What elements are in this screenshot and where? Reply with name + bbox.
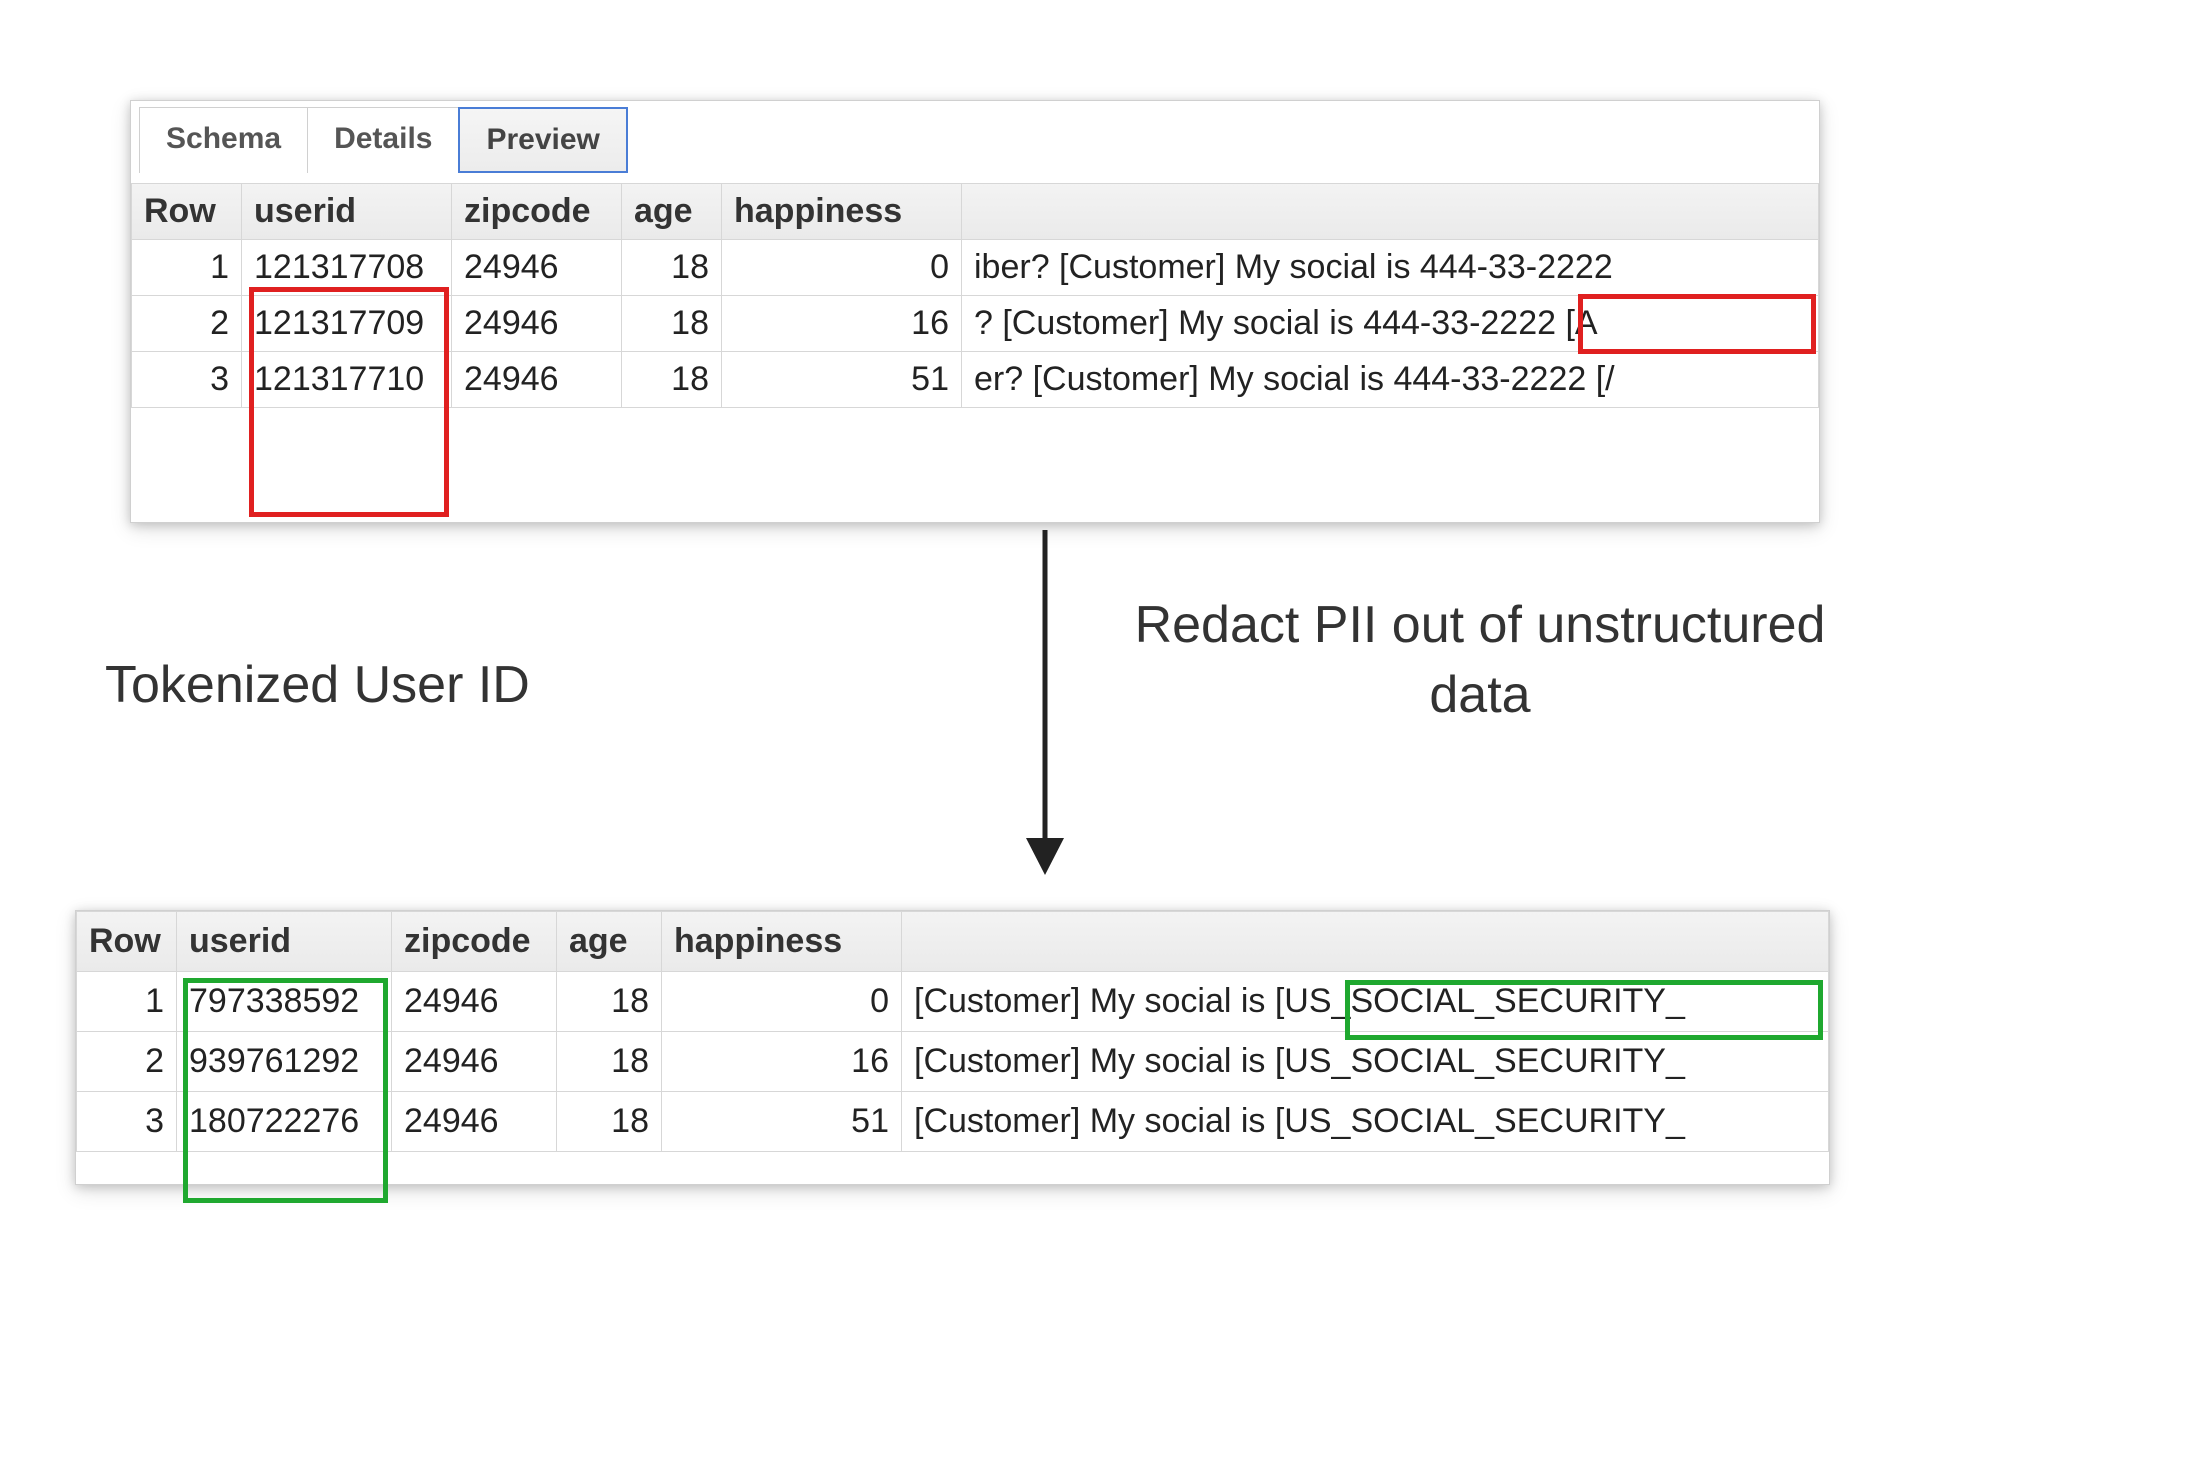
tab-preview[interactable]: Preview [458,107,627,173]
cell-row: 3 [77,1092,177,1152]
cell-row: 2 [132,296,242,352]
cell-text: ? [Customer] My social is 444-33-2222 [A [962,296,1819,352]
col-header-zipcode: zipcode [452,184,622,240]
tab-details[interactable]: Details [307,107,459,173]
cell-age: 18 [557,1092,662,1152]
cell-text: iber? [Customer] My social is 444-33-222… [962,240,1819,296]
before-table: Row userid zipcode age happiness 1 12131… [131,183,1819,408]
label-redact-pii: Redact PII out of unstructured data [1130,590,1830,730]
col-header-userid: userid [177,912,392,972]
col-header-happiness: happiness [722,184,962,240]
cell-text: [Customer] My social is [US_SOCIAL_SECUR… [902,972,1829,1032]
cell-userid: 939761292 [177,1032,392,1092]
cell-happiness: 0 [722,240,962,296]
cell-row: 3 [132,352,242,408]
col-header-row: Row [132,184,242,240]
col-header-happiness: happiness [662,912,902,972]
after-panel: Row userid zipcode age happiness 1 79733… [75,910,1830,1185]
cell-row: 1 [77,972,177,1032]
cell-age: 18 [622,352,722,408]
cell-userid: 121317709 [242,296,452,352]
col-header-text [902,912,1829,972]
col-header-userid: userid [242,184,452,240]
cell-row: 1 [132,240,242,296]
cell-text: [Customer] My social is [US_SOCIAL_SECUR… [902,1032,1829,1092]
cell-age: 18 [622,240,722,296]
cell-zipcode: 24946 [392,1092,557,1152]
cell-age: 18 [557,1032,662,1092]
col-header-text [962,184,1819,240]
cell-zipcode: 24946 [452,240,622,296]
cell-text: er? [Customer] My social is 444-33-2222 … [962,352,1819,408]
cell-zipcode: 24946 [452,296,622,352]
cell-happiness: 51 [722,352,962,408]
tabs-bar: Schema Details Preview [131,101,1819,173]
tab-schema[interactable]: Schema [139,107,308,173]
table-row: 1 121317708 24946 18 0 iber? [Customer] … [132,240,1819,296]
col-header-zipcode: zipcode [392,912,557,972]
cell-happiness: 0 [662,972,902,1032]
cell-userid: 180722276 [177,1092,392,1152]
cell-userid: 797338592 [177,972,392,1032]
col-header-age: age [622,184,722,240]
cell-userid: 121317708 [242,240,452,296]
cell-age: 18 [557,972,662,1032]
cell-text: [Customer] My social is [US_SOCIAL_SECUR… [902,1092,1829,1152]
table-header-row: Row userid zipcode age happiness [132,184,1819,240]
arrow-down-icon [1010,530,1080,880]
after-table: Row userid zipcode age happiness 1 79733… [76,911,1829,1152]
cell-zipcode: 24946 [392,1032,557,1092]
cell-zipcode: 24946 [392,972,557,1032]
table-header-row: Row userid zipcode age happiness [77,912,1829,972]
cell-row: 2 [77,1032,177,1092]
cell-userid: 121317710 [242,352,452,408]
cell-zipcode: 24946 [452,352,622,408]
cell-happiness: 16 [722,296,962,352]
table-row: 1 797338592 24946 18 0 [Customer] My soc… [77,972,1829,1032]
label-tokenized-userid: Tokenized User ID [105,655,530,715]
table-row: 2 939761292 24946 18 16 [Customer] My so… [77,1032,1829,1092]
table-row: 2 121317709 24946 18 16 ? [Customer] My … [132,296,1819,352]
before-panel: Schema Details Preview Row userid zipcod… [130,100,1820,523]
table-row: 3 180722276 24946 18 51 [Customer] My so… [77,1092,1829,1152]
table-row: 3 121317710 24946 18 51 er? [Customer] M… [132,352,1819,408]
col-header-row: Row [77,912,177,972]
cell-age: 18 [622,296,722,352]
cell-happiness: 16 [662,1032,902,1092]
cell-happiness: 51 [662,1092,902,1152]
col-header-age: age [557,912,662,972]
